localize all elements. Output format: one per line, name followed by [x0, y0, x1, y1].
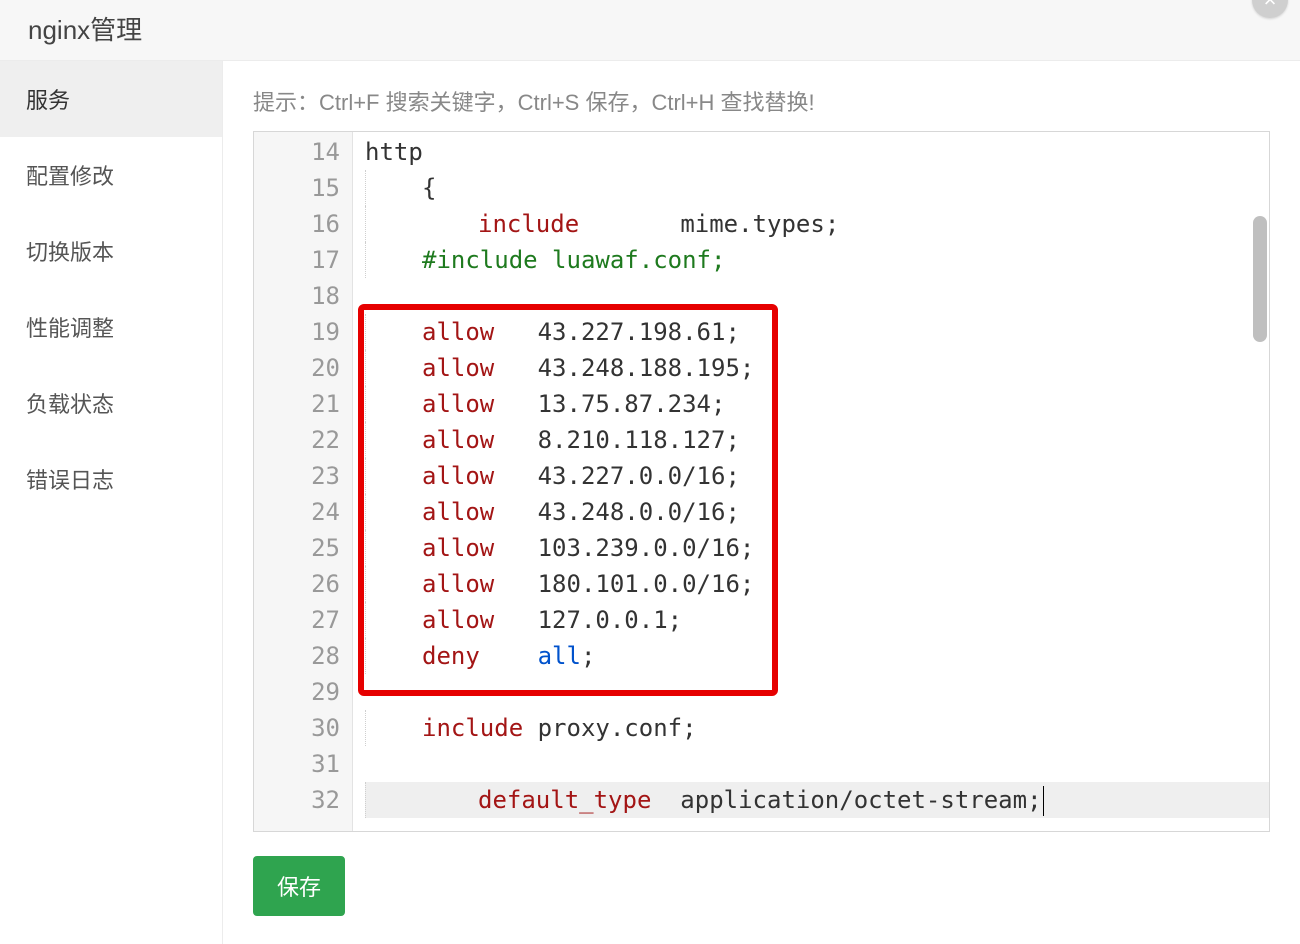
editor-gutter: 14151617181920212223242526272829303132 — [254, 132, 353, 831]
sidebar: 服务配置修改切换版本性能调整负载状态错误日志 — [0, 61, 223, 944]
code-line-25[interactable]: allow 103.239.0.0/16; — [365, 530, 1269, 566]
save-button[interactable]: 保存 — [253, 856, 345, 916]
sidebar-item-3[interactable]: 性能调整 — [0, 289, 222, 365]
code-line-19[interactable]: allow 43.227.198.61; — [365, 314, 1269, 350]
code-line-31[interactable] — [365, 746, 1269, 782]
code-line-23[interactable]: allow 43.227.0.0/16; — [365, 458, 1269, 494]
code-line-26[interactable]: allow 180.101.0.0/16; — [365, 566, 1269, 602]
window-title: nginx管理 — [28, 0, 142, 60]
text-caret — [1043, 786, 1045, 816]
sidebar-item-1[interactable]: 配置修改 — [0, 137, 222, 213]
editor-code[interactable]: http{include mime.types;#include luawaf.… — [353, 132, 1269, 831]
code-line-21[interactable]: allow 13.75.87.234; — [365, 386, 1269, 422]
code-line-30[interactable]: include proxy.conf; — [365, 710, 1269, 746]
sidebar-item-0[interactable]: 服务 — [0, 61, 222, 137]
scrollbar-thumb[interactable] — [1253, 216, 1267, 342]
editor-hint: 提示：Ctrl+F 搜索关键字，Ctrl+S 保存，Ctrl+H 查找替换! — [253, 85, 1270, 117]
code-line-28[interactable]: deny all; — [365, 638, 1269, 674]
code-line-17[interactable]: #include luawaf.conf; — [365, 242, 1269, 278]
code-line-20[interactable]: allow 43.248.188.195; — [365, 350, 1269, 386]
code-line-32[interactable]: default_type application/octet-stream; — [365, 782, 1269, 818]
code-line-14[interactable]: http — [365, 134, 1269, 170]
code-line-16[interactable]: include mime.types; — [365, 206, 1269, 242]
sidebar-item-2[interactable]: 切换版本 — [0, 213, 222, 289]
sidebar-item-5[interactable]: 错误日志 — [0, 441, 222, 517]
code-line-29[interactable] — [365, 674, 1269, 710]
code-line-15[interactable]: { — [365, 170, 1269, 206]
code-line-27[interactable]: allow 127.0.0.1; — [365, 602, 1269, 638]
code-line-24[interactable]: allow 43.248.0.0/16; — [365, 494, 1269, 530]
editor-scrollbar[interactable] — [1251, 132, 1269, 831]
code-line-18[interactable] — [365, 278, 1269, 314]
main-panel: 提示：Ctrl+F 搜索关键字，Ctrl+S 保存，Ctrl+H 查找替换! 1… — [223, 61, 1300, 944]
sidebar-item-4[interactable]: 负载状态 — [0, 365, 222, 441]
titlebar: nginx管理 — [0, 0, 1300, 61]
code-line-22[interactable]: allow 8.210.118.127; — [365, 422, 1269, 458]
editor[interactable]: 14151617181920212223242526272829303132 h… — [253, 131, 1270, 832]
